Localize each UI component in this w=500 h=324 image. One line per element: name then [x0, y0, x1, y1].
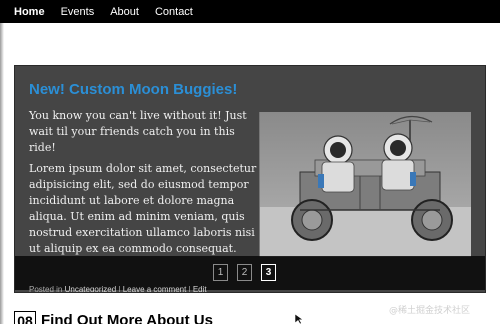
section-heading: 08 Find Out More About Us	[14, 311, 213, 324]
pager-button-3[interactable]: 3	[261, 264, 276, 281]
pager-button-2[interactable]: 2	[237, 264, 252, 281]
top-navigation-bar: Home Events About Contact	[0, 0, 500, 23]
moon-buggy-photo	[259, 112, 471, 257]
posted-in-label: Posted in	[29, 285, 63, 293]
section-title: Find Out More About Us	[41, 312, 213, 324]
section-number-badge: 08	[14, 311, 36, 324]
slider-pager: 1 2 3	[213, 264, 285, 281]
nav-events[interactable]: Events	[61, 6, 95, 18]
nav-contact[interactable]: Contact	[155, 6, 193, 18]
leave-comment-link[interactable]: Leave a comment	[123, 285, 187, 292]
edit-link[interactable]: Edit	[193, 285, 207, 292]
category-link[interactable]: Uncategorized	[65, 285, 117, 292]
nav-home[interactable]: Home	[14, 6, 45, 18]
slide-title[interactable]: New! Custom Moon Buggies!	[29, 81, 237, 98]
pager-button-1[interactable]: 1	[213, 264, 228, 281]
slide-body-text: Lorem ipsum dolor sit amet, consectetur …	[29, 162, 257, 255]
nav-about[interactable]: About	[110, 6, 139, 18]
watermark-text: @稀土掘金技术社区	[389, 306, 471, 316]
slide-lead-text: You know you can't live without it! Just…	[29, 109, 247, 154]
moon-buggy-illustration	[260, 112, 471, 257]
post-meta: Posted in Uncategorized | Leave a commen…	[29, 285, 207, 293]
mouse-cursor-icon	[295, 314, 304, 324]
featured-slider: New! Custom Moon Buggies! You know you c…	[14, 65, 486, 293]
page-edge-shadow	[0, 23, 4, 324]
